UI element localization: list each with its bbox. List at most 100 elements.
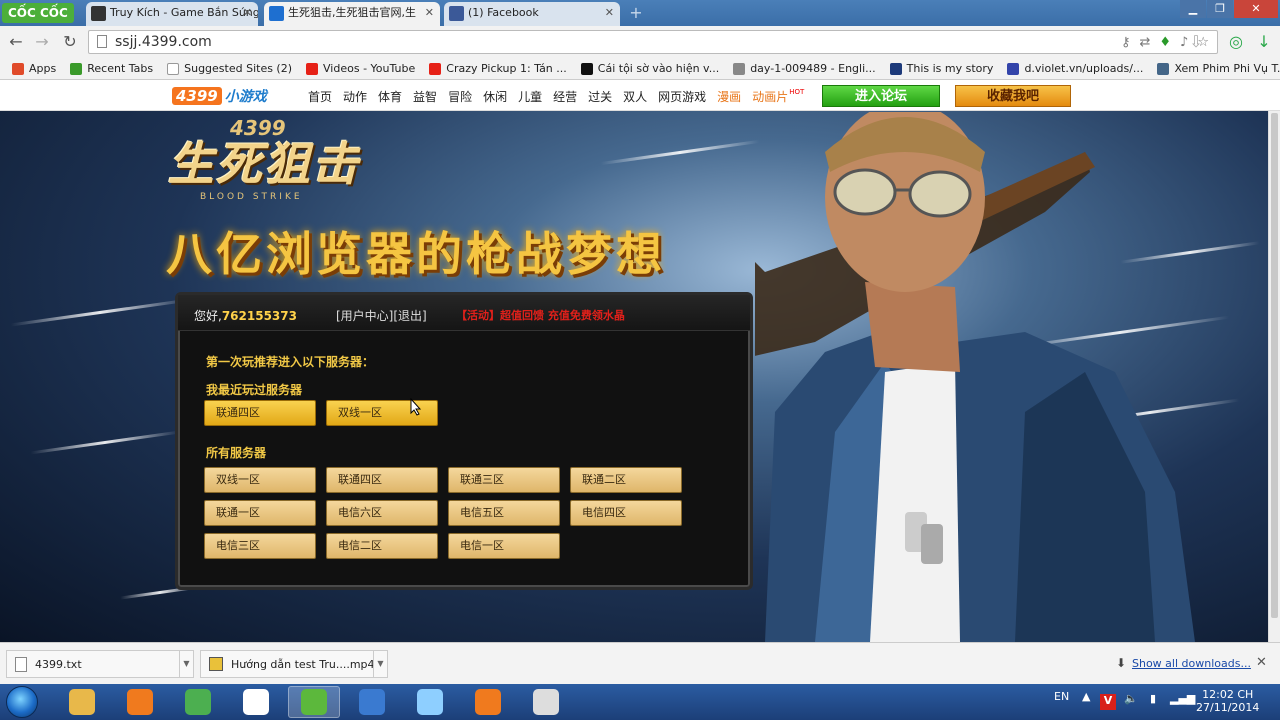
server-button[interactable]: 电信一区 [448, 533, 560, 559]
url-text: ssjj.4399.com [115, 34, 212, 50]
scrollbar[interactable] [1268, 111, 1280, 642]
network-icon[interactable]: ▂▄▆ [1170, 692, 1195, 705]
close-icon[interactable]: ✕ [425, 2, 434, 24]
back-arrow-icon[interactable]: ← [6, 32, 26, 52]
server-button[interactable]: 电信五区 [448, 500, 560, 526]
bookmark-item[interactable]: Recent Tabs [64, 62, 159, 75]
taskbar-app[interactable] [404, 686, 456, 718]
site-nav-link[interactable]: 体育 [378, 88, 402, 105]
server-button[interactable]: 联通一区 [204, 500, 316, 526]
tab-truy-kich[interactable]: Truy Kích - Game Bắn Súng ✕ [86, 2, 258, 26]
user-center-link[interactable]: [用户中心] [336, 309, 393, 323]
server-button[interactable]: 电信三区 [204, 533, 316, 559]
site-nav-link[interactable]: 双人 [623, 88, 647, 105]
translate-icon[interactable]: ⇄ [1139, 35, 1150, 50]
story-icon [889, 62, 902, 75]
tab-4399[interactable]: 生死狙击,生死狙击官网,生 ✕ [264, 2, 440, 26]
minimize-button[interactable]: ▁ [1180, 0, 1206, 18]
reload-icon[interactable]: ↻ [60, 32, 80, 52]
download-tray-icon[interactable]: ⇩ [1186, 32, 1206, 52]
address-bar[interactable]: ssjj.4399.com ⚷ ⇄ ♦ ♪ ☆ [88, 30, 1218, 54]
download-icon[interactable]: ↓ [1254, 32, 1274, 52]
user-links: [用户中心][退出] [336, 307, 427, 324]
server-button[interactable]: 电信四区 [570, 500, 682, 526]
battery-icon[interactable]: ▮ [1150, 692, 1156, 705]
taskbar-app[interactable] [288, 686, 340, 718]
tab-title: Truy Kích - Game Bắn Súng [110, 6, 258, 19]
taskbar-app[interactable] [462, 686, 514, 718]
chevron-down-icon[interactable]: ▼ [373, 651, 387, 677]
taskbar-app[interactable] [520, 686, 572, 718]
server-button[interactable]: 联通三区 [448, 467, 560, 493]
taskbar-app[interactable] [114, 686, 166, 718]
tab-facebook[interactable]: (1) Facebook ✕ [444, 2, 620, 26]
promo-link[interactable]: 【活动】超值回馈 充值免费领水晶 [456, 307, 625, 323]
bookmark-item[interactable]: day-1-009489 - Engli... [727, 62, 881, 75]
server-button[interactable]: 双线一区 [204, 467, 316, 493]
bookmark-item[interactable]: Suggested Sites (2) [161, 62, 298, 75]
site-nav-link-highlight[interactable]: 漫画 [717, 88, 741, 105]
server-prompt: 第一次玩推荐进入以下服务器： [206, 355, 375, 369]
forum-button[interactable]: 进入论坛 [822, 85, 940, 107]
tray-up-icon[interactable]: ▲ [1082, 690, 1090, 703]
coccoc-ext-icon[interactable]: ◎ [1226, 32, 1246, 52]
site-nav-link[interactable]: 儿童 [518, 88, 542, 105]
bookmark-item[interactable]: Cái tội sờ vào hiện v... [575, 62, 725, 75]
bookmark-item[interactable]: d.violet.vn/uploads/... [1001, 62, 1149, 75]
site-nav-link[interactable]: 益智 [413, 88, 437, 105]
clock[interactable]: 12:02 CH 27/11/2014 [1196, 688, 1259, 714]
antivirus-icon[interactable]: V [1100, 694, 1116, 710]
favorite-button[interactable]: 收藏我吧 [955, 85, 1071, 107]
close-icon[interactable]: ✕ [1256, 655, 1267, 670]
taskbar-app[interactable] [172, 686, 224, 718]
chevron-down-icon[interactable]: ▼ [179, 651, 193, 677]
language-indicator[interactable]: EN [1054, 690, 1069, 703]
extension-icon[interactable]: ♦ [1159, 35, 1171, 50]
site-nav-link[interactable]: 过关 [588, 88, 612, 105]
taskbar-app[interactable] [56, 686, 108, 718]
site-nav-link[interactable]: 动作 [343, 88, 367, 105]
show-all-downloads-link[interactable]: Show all downloads... [1132, 657, 1251, 670]
all-servers-title: 所有服务器 [206, 446, 267, 460]
server-button[interactable]: 电信二区 [326, 533, 438, 559]
close-icon[interactable]: ✕ [605, 2, 614, 24]
scrollbar-thumb[interactable] [1271, 113, 1278, 618]
forward-arrow-icon[interactable]: → [32, 32, 52, 52]
bookmark-item[interactable]: This is my story [884, 62, 1000, 75]
browser-logo[interactable]: CỐC CỐC [2, 3, 74, 23]
bookmark-label: Apps [29, 62, 57, 75]
server-button[interactable]: 联通二区 [570, 467, 682, 493]
site-logo[interactable]: 4399 小游戏 [172, 85, 267, 106]
bookmark-item[interactable]: Apps [6, 62, 62, 75]
downloads-bar: 4399.txt ▼ Hướng dẫn test Tru....mp4 ▼ ⬇… [0, 642, 1280, 684]
server-button[interactable]: 电信六区 [326, 500, 438, 526]
key-icon[interactable]: ⚷ [1121, 35, 1131, 50]
new-tab-button[interactable]: + [624, 4, 648, 22]
download-item[interactable]: 4399.txt ▼ [6, 650, 194, 678]
server-button[interactable]: 联通四区 [204, 400, 316, 426]
maximize-button[interactable]: ❐ [1207, 0, 1233, 18]
taskbar-app[interactable] [346, 686, 398, 718]
logout-link[interactable]: [退出] [393, 309, 426, 323]
site-nav-link-highlight[interactable]: 动画片 [752, 88, 788, 105]
site-nav-link[interactable]: 首页 [308, 88, 332, 105]
taskbar-app[interactable] [230, 686, 282, 718]
bookmark-item[interactable]: Videos - YouTube [300, 62, 421, 75]
download-item[interactable]: Hướng dẫn test Tru....mp4 ▼ [200, 650, 388, 678]
close-icon[interactable]: ✕ [243, 2, 252, 24]
start-button[interactable] [6, 686, 38, 718]
bookmark-item[interactable]: Crazy Pickup 1: Tán ... [423, 62, 573, 75]
site-nav-link[interactable]: 网页游戏 [658, 88, 706, 105]
site-nav-link[interactable]: 冒险 [448, 88, 472, 105]
download-arrow-icon: ⬇ [1116, 656, 1127, 670]
server-button[interactable]: 联通四区 [326, 467, 438, 493]
site-nav-link[interactable]: 经营 [553, 88, 577, 105]
greeting-text: 您好, [194, 309, 222, 323]
close-window-button[interactable]: ✕ [1234, 0, 1278, 18]
volume-icon[interactable]: 🔈 [1124, 692, 1138, 705]
notepad-icon [417, 689, 443, 715]
site-nav-link[interactable]: 休闲 [483, 88, 507, 105]
toolbar: ← → ↻ ssjj.4399.com ⚷ ⇄ ♦ ♪ ☆ ⇩ ◎ ↓ [0, 26, 1280, 58]
game-title[interactable]: 生死狙击 [168, 128, 360, 194]
bookmark-item[interactable]: Xem Phim Phi Vụ T... [1151, 62, 1280, 75]
